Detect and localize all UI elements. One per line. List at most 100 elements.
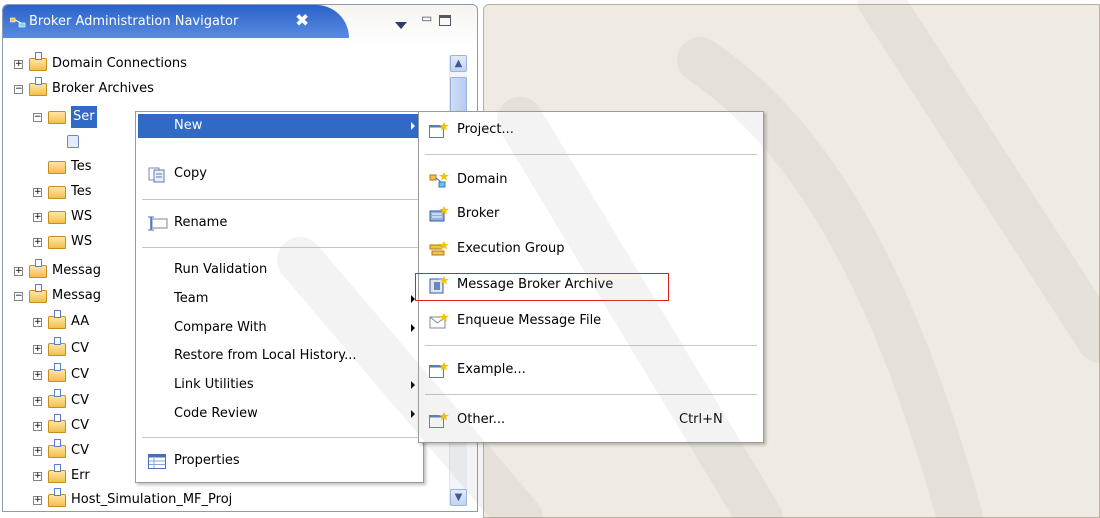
folder-project-icon (29, 77, 47, 96)
expand-icon[interactable]: + (33, 397, 42, 406)
menu-item-code-review[interactable]: Code Review (138, 402, 421, 426)
menu-item-label: Compare With (174, 320, 267, 335)
view-title: Broker Administration Navigator (29, 14, 239, 29)
expand-icon[interactable]: + (33, 238, 42, 247)
menu-item-rename[interactable]: Rename (138, 211, 421, 235)
submenu-item-project[interactable]: Project... (421, 117, 761, 143)
submenu-item-domain[interactable]: Domain (421, 167, 761, 193)
menu-item-link-utilities[interactable]: Link Utilities (138, 373, 421, 397)
expand-icon[interactable]: + (33, 472, 42, 481)
tree-item-label: Ser (71, 106, 97, 128)
tree-item-label: WS (71, 234, 93, 249)
folder-icon (48, 236, 66, 249)
minimize-icon[interactable]: ▭ (421, 11, 432, 25)
submenu-item-other[interactable]: Other... Ctrl+N (421, 407, 761, 433)
close-icon[interactable]: ✖ (295, 11, 309, 31)
folder-project-icon (29, 52, 47, 71)
submenu-arrow-icon (411, 410, 415, 418)
menu-item-label: Link Utilities (174, 377, 254, 392)
folder-project-icon (48, 464, 66, 483)
folder-icon (48, 211, 66, 224)
expand-icon[interactable]: + (33, 422, 42, 431)
menu-separator (425, 345, 757, 346)
menu-item-label: Copy (174, 166, 207, 181)
domain-icon (429, 172, 449, 188)
broker-icon (429, 206, 449, 222)
submenu-item-example[interactable]: Example... (421, 357, 761, 383)
view-header: Broker Administration Navigator ✖ ▭ (3, 5, 477, 47)
menu-separator (142, 199, 418, 200)
folder-project-icon (29, 284, 47, 303)
collapse-icon[interactable]: − (14, 292, 23, 301)
tree-item-label: Tes (71, 184, 92, 199)
menu-item-label: Team (174, 291, 209, 306)
collapse-icon[interactable]: − (33, 113, 42, 122)
folder-project-icon (48, 439, 66, 458)
archive-file-icon (67, 135, 79, 148)
menu-item-label: Properties (174, 453, 240, 468)
maximize-icon[interactable] (439, 15, 451, 26)
tree-item-label: CV (71, 367, 89, 382)
tree-item-label: Messag (52, 263, 101, 278)
submenu-item-execution-group[interactable]: Execution Group (421, 236, 761, 262)
submenu-item-enqueue-message-file[interactable]: Enqueue Message File (421, 308, 761, 334)
menu-item-label: Code Review (174, 406, 258, 421)
tree-item-label: CV (71, 341, 89, 356)
tree-item-label: Err (71, 468, 90, 483)
scroll-up-icon[interactable]: ▲ (450, 55, 467, 72)
submenu-arrow-icon (411, 381, 415, 389)
expand-icon[interactable]: + (33, 318, 42, 327)
collapse-icon[interactable]: − (14, 85, 23, 94)
folder-project-icon (48, 414, 66, 433)
menu-item-run-validation[interactable]: Run Validation (138, 258, 421, 282)
tree-item-label: Host_Simulation_MF_Proj (71, 492, 233, 507)
menu-item-label: New (174, 118, 203, 133)
submenu-item-broker[interactable]: Broker (421, 201, 761, 227)
view-menu-icon[interactable] (395, 22, 407, 30)
navigator-icon (10, 17, 26, 28)
tree-item-label: CV (71, 418, 89, 433)
menu-item-restore-local-history[interactable]: Restore from Local History... (138, 344, 421, 368)
tree-item-label: WS (71, 209, 93, 224)
menu-separator (142, 437, 418, 438)
submenu-arrow-icon (411, 324, 415, 332)
submenu-item-label: Project... (457, 122, 514, 137)
tree-item-label: CV (71, 393, 89, 408)
expand-icon[interactable]: + (33, 371, 42, 380)
folder-project-icon (48, 363, 66, 382)
new-other-icon (429, 412, 449, 428)
submenu-item-shortcut: Ctrl+N (679, 412, 723, 427)
menu-item-new[interactable]: New (138, 114, 421, 138)
expand-icon[interactable]: + (33, 188, 42, 197)
menu-item-label: Restore from Local History... (174, 348, 357, 363)
expand-icon[interactable]: + (33, 496, 42, 505)
folder-icon (48, 161, 66, 174)
submenu-item-label: Other... (457, 412, 506, 427)
expand-icon[interactable]: + (14, 267, 23, 276)
expand-icon[interactable]: + (14, 60, 23, 69)
enqueue-message-file-icon (429, 313, 449, 329)
tree-item-label: Broker Archives (52, 81, 154, 96)
folder-project-icon (48, 337, 66, 356)
menu-separator (425, 154, 757, 155)
rename-icon (148, 216, 168, 231)
expand-icon[interactable]: + (33, 447, 42, 456)
menu-item-properties[interactable]: Properties (138, 449, 421, 473)
context-menu: New Copy Rename Run Validation Team Comp… (135, 111, 424, 483)
menu-item-compare-with[interactable]: Compare With (138, 316, 421, 340)
menu-item-copy[interactable]: Copy (138, 162, 421, 186)
highlight-annotation (415, 273, 669, 301)
submenu-item-label: Broker (457, 206, 500, 221)
view-tab[interactable]: Broker Administration Navigator ✖ (3, 5, 349, 38)
scroll-down-icon[interactable]: ▼ (450, 489, 467, 506)
copy-icon (148, 167, 165, 183)
submenu-item-label: Example... (457, 362, 526, 377)
tree-item-label: CV (71, 443, 89, 458)
tree-item-label: AA (71, 314, 90, 329)
tree-item-label: Tes (71, 159, 92, 174)
expand-icon[interactable]: + (33, 345, 42, 354)
menu-item-label: Rename (174, 215, 228, 230)
expand-icon[interactable]: + (33, 213, 42, 222)
menu-item-team[interactable]: Team (138, 287, 421, 311)
submenu-item-label: Execution Group (457, 241, 565, 256)
